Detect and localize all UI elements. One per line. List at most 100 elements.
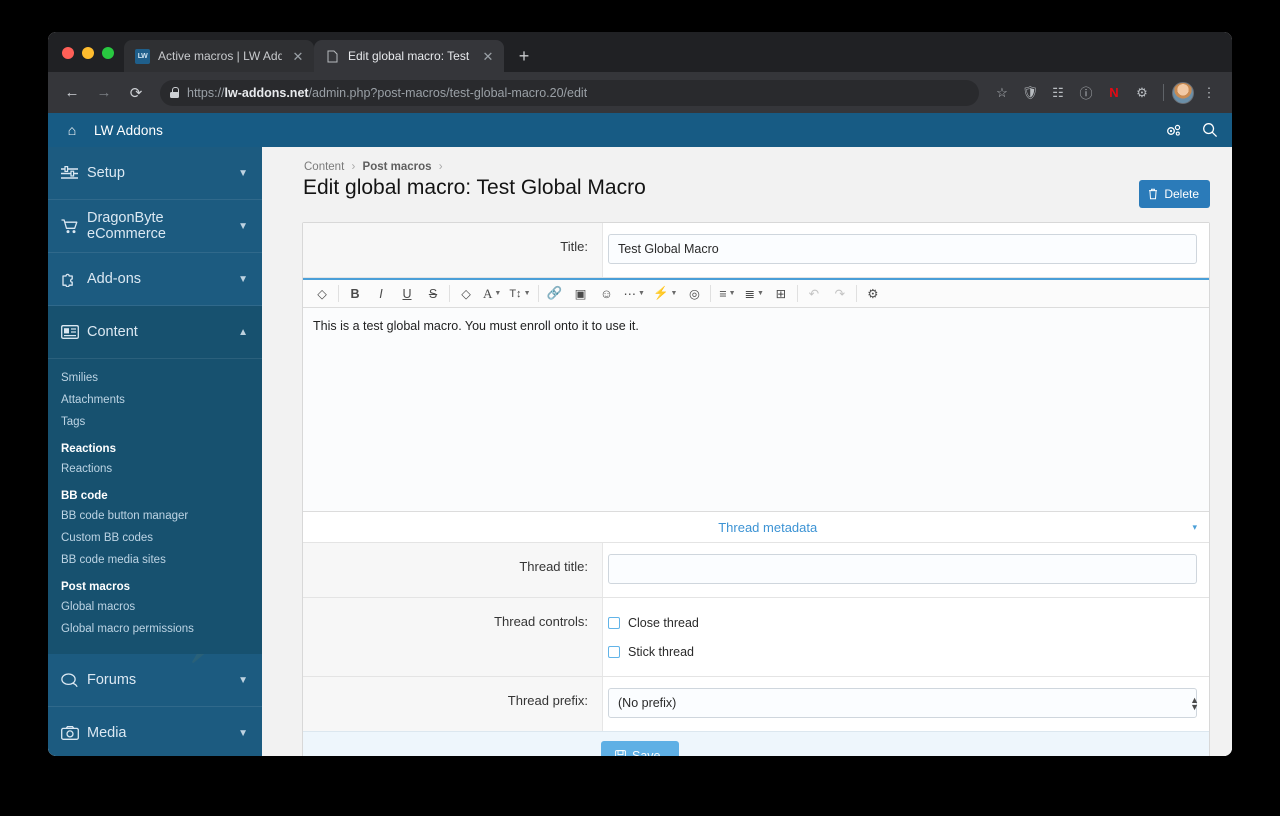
sidebar-subitem-attachments[interactable]: Attachments <box>48 389 262 411</box>
shield-extension-icon[interactable]: 🛡 <box>1017 80 1043 106</box>
font-size-icon[interactable]: T↕ ▼ <box>505 281 534 307</box>
title-field-cell <box>603 223 1209 277</box>
tab-title: Active macros | LW Addons <box>158 49 282 63</box>
editor-body[interactable]: This is a test global macro. You must en… <box>303 308 1209 512</box>
kebab-menu-icon[interactable]: ⋮ <box>1196 80 1222 106</box>
sidebar-item-add-ons[interactable]: Add-ons ▼ <box>48 253 262 306</box>
chevron-down-icon: ▼ <box>728 290 736 297</box>
content-icon <box>61 325 87 339</box>
breadcrumb: Content › Post macros › <box>302 159 1210 176</box>
thread-prefix-select[interactable] <box>608 688 1197 718</box>
avatar[interactable] <box>1172 81 1194 104</box>
sidebar-subitem-bb-code-media-sites[interactable]: BB code media sites <box>48 549 262 571</box>
strikethrough-icon[interactable]: S <box>420 281 446 307</box>
checkbox-box[interactable] <box>608 646 620 658</box>
eraser-icon[interactable]: ◇ <box>309 281 335 307</box>
checkbox-close-thread[interactable]: Close thread <box>608 612 1197 634</box>
toolbar-divider <box>1163 84 1164 101</box>
insert-emoji-icon[interactable]: ☺ <box>594 281 620 307</box>
main-content: Content › Post macros › Edit global macr… <box>262 147 1232 756</box>
browser-tab-1[interactable]: LW Active macros | LW Addons ✕ <box>124 40 314 72</box>
thread-prefix-row: Thread prefix: ▲▼ <box>303 677 1209 731</box>
underline-icon[interactable]: U <box>394 281 420 307</box>
sidebar-item-media[interactable]: Media ▼ <box>48 707 262 756</box>
page-title: Edit global macro: Test Global Macro <box>303 176 646 199</box>
thread-controls-row: Thread controls: Close thread Stick thre… <box>303 598 1209 677</box>
text-color-icon[interactable]: ◇ <box>453 281 479 307</box>
sidebar-item-dragonbyte-ecommerce[interactable]: DragonByte eCommerce ▼ <box>48 200 262 253</box>
breadcrumb-post-macros[interactable]: Post macros <box>363 161 432 173</box>
forward-icon[interactable]: → <box>90 79 118 107</box>
insert-image-icon[interactable]: ▣ <box>568 281 594 307</box>
sidebar: 👍 </> ⚡ Setup ▼ DragonByte eCommerce ▼ <box>48 147 262 756</box>
close-icon[interactable]: ✕ <box>480 48 496 64</box>
sidebar-subitem-global-macros[interactable]: Global macros <box>48 596 262 618</box>
insert-table-icon[interactable]: ⊞ <box>768 281 794 307</box>
lock-icon <box>170 87 179 98</box>
chevron-down-icon: ▼ <box>238 220 248 232</box>
font-family-icon[interactable]: A ▼ <box>479 281 505 307</box>
thread-title-input[interactable] <box>608 554 1197 584</box>
save-button[interactable]: Save <box>601 741 679 756</box>
text-align-icon[interactable]: ≡ ▼ <box>714 281 740 307</box>
chevron-down-icon[interactable]: ▾ <box>1192 522 1197 533</box>
insert-media-icon[interactable]: ◎ <box>681 281 707 307</box>
insert-link-icon[interactable]: 🔗 <box>542 281 568 307</box>
toolbar-divider <box>796 285 798 302</box>
sidebar-item-forums[interactable]: Forums ▼ <box>48 654 262 707</box>
editor-settings-icon[interactable]: ⚙ <box>860 281 886 307</box>
sidebar-subitem-custom-bb-codes[interactable]: Custom BB codes <box>48 527 262 549</box>
bookmark-star-icon[interactable]: ☆ <box>989 80 1015 106</box>
title-input[interactable] <box>608 234 1197 264</box>
home-icon[interactable]: ⌂ <box>60 122 84 138</box>
thread-title-row: Thread title: <box>303 543 1209 598</box>
gears-icon[interactable] <box>1165 123 1182 138</box>
italic-icon[interactable]: I <box>368 281 394 307</box>
close-icon[interactable]: ✕ <box>290 48 306 64</box>
toolbar-divider <box>710 285 712 302</box>
chevron-up-icon: ▲ <box>238 326 248 338</box>
app-header: ⌂ LW Addons <box>48 113 1232 147</box>
info-circle-icon[interactable]: ⓘ <box>1073 80 1099 106</box>
sidebar-subitem-bb-code-button-manager[interactable]: BB code button manager <box>48 505 262 527</box>
address-bar[interactable]: https://lw-addons.net/admin.php?post-mac… <box>160 79 979 106</box>
chevron-down-icon: ▼ <box>238 727 248 739</box>
back-icon[interactable]: ← <box>58 79 86 107</box>
sidebar-subitem-smilies[interactable]: Smilies <box>48 367 262 389</box>
browser-tab-2[interactable]: Edit global macro: Test Global ✕ <box>314 40 504 72</box>
toolbar-icons: ☆ 🛡 ☷ ⓘ N ⚙ ⋮ <box>989 80 1222 106</box>
sidebar-subitem-reactions[interactable]: Reactions <box>48 458 262 480</box>
reload-icon[interactable]: ⟳ <box>122 79 150 107</box>
goggles-extension-icon[interactable]: ☷ <box>1045 80 1071 106</box>
sidebar-item-content[interactable]: Content ▲ <box>48 306 262 359</box>
search-icon[interactable] <box>1202 122 1218 138</box>
save-button-label: Save <box>632 749 661 756</box>
delete-button[interactable]: Delete <box>1139 180 1210 208</box>
thread-metadata-header[interactable]: Thread metadata ▾ <box>303 512 1209 543</box>
breadcrumb-content[interactable]: Content <box>304 161 344 173</box>
more-options-icon[interactable]: ⋯ ▼ <box>620 281 649 307</box>
chevron-down-icon: ▼ <box>494 290 502 297</box>
tab-title: Edit global macro: Test Global <box>348 49 472 63</box>
list-icon[interactable]: ≣ ▼ <box>740 281 767 307</box>
chevron-down-icon: ▼ <box>238 273 248 285</box>
chevron-down-icon: ▼ <box>756 290 764 297</box>
sidebar-item-setup[interactable]: Setup ▼ <box>48 147 262 200</box>
toolbar-divider <box>855 285 857 302</box>
netflix-extension-icon[interactable]: N <box>1101 80 1127 106</box>
maximize-window-button[interactable] <box>102 47 114 59</box>
delete-button-label: Delete <box>1164 187 1199 201</box>
new-tab-button[interactable]: + <box>510 42 538 70</box>
sidebar-subitem-tags[interactable]: Tags <box>48 411 262 433</box>
sidebar-subitem-global-macro-permissions[interactable]: Global macro permissions <box>48 618 262 640</box>
thread-prefix-label: Thread prefix: <box>303 677 603 731</box>
minimize-window-button[interactable] <box>82 47 94 59</box>
close-window-button[interactable] <box>62 47 74 59</box>
bold-icon[interactable]: B <box>342 281 368 307</box>
bug-extension-icon[interactable]: ⚙ <box>1129 80 1155 106</box>
toolbar-divider <box>338 285 339 302</box>
insert-macro-icon[interactable]: ⚡ ▼ <box>649 281 682 307</box>
form-footer: Save <box>303 731 1209 756</box>
checkbox-stick-thread[interactable]: Stick thread <box>608 641 1197 663</box>
checkbox-box[interactable] <box>608 617 620 629</box>
